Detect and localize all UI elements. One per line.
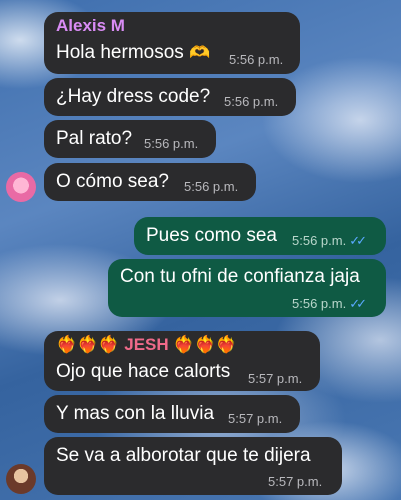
- message-text: ¿Hay dress code?: [56, 86, 211, 107]
- message-bubble[interactable]: Alexis M Hola hermosos 🫶 5:56 p.m.: [44, 12, 300, 74]
- message-time: 5:56 p.m.: [292, 296, 347, 311]
- message-time: 5:57 p.m.: [268, 474, 323, 489]
- message-time: 5:56 p.m.: [292, 233, 347, 248]
- message-bubble[interactable]: Pues como sea 5:56 p.m. ✓✓: [134, 217, 386, 255]
- sender-avatar[interactable]: [6, 172, 36, 202]
- message-text: O cómo sea?: [56, 171, 169, 192]
- message-time: 5:56 p.m.: [144, 136, 199, 151]
- message-bubble[interactable]: Pal rato? 5:56 p.m.: [44, 120, 216, 158]
- message-text: Se va a alborotar que te dijera: [56, 445, 311, 466]
- message-time: 5:57 p.m.: [228, 411, 283, 426]
- message-bubble[interactable]: Con tu ofni de confianza jaja 5:56 p.m. ✓…: [108, 259, 386, 317]
- message-time: 5:56 p.m.: [224, 94, 279, 109]
- sender-name[interactable]: JESH: [124, 335, 168, 354]
- message-text: Y mas con la lluvia: [56, 403, 215, 424]
- sender-avatar[interactable]: [6, 464, 36, 494]
- fire-heart-emoji: ❤️‍🔥❤️‍🔥❤️‍🔥: [173, 335, 237, 354]
- message-text: Pues como sea: [146, 225, 277, 246]
- read-receipt-icon: ✓✓: [349, 233, 367, 248]
- message-bubble[interactable]: O cómo sea? 5:56 p.m.: [44, 163, 256, 201]
- message-time: 5:56 p.m.: [184, 179, 239, 194]
- message-text: Hola hermosos: [56, 42, 184, 63]
- message-bubble[interactable]: Se va a alborotar que te dijera 5:57 p.m…: [44, 437, 342, 495]
- message-time: 5:57 p.m.: [248, 371, 303, 386]
- message-text: Con tu ofni de confianza jaja: [120, 266, 360, 287]
- read-receipt-icon: ✓✓: [349, 296, 367, 311]
- message-text: Pal rato?: [56, 128, 133, 149]
- message-bubble[interactable]: Y mas con la lluvia 5:57 p.m.: [44, 395, 300, 433]
- message-text: Ojo que hace calorts: [56, 361, 231, 382]
- heart-hands-emoji: 🫶: [189, 43, 211, 62]
- message-time: 5:56 p.m.: [229, 52, 284, 67]
- sender-name[interactable]: Alexis M: [56, 16, 125, 36]
- message-bubble[interactable]: ❤️‍🔥❤️‍🔥❤️‍🔥 JESH ❤️‍🔥❤️‍🔥❤️‍🔥 Ojo que h…: [44, 331, 320, 391]
- fire-heart-emoji: ❤️‍🔥❤️‍🔥❤️‍🔥: [56, 335, 120, 354]
- message-bubble[interactable]: ¿Hay dress code? 5:56 p.m.: [44, 78, 296, 116]
